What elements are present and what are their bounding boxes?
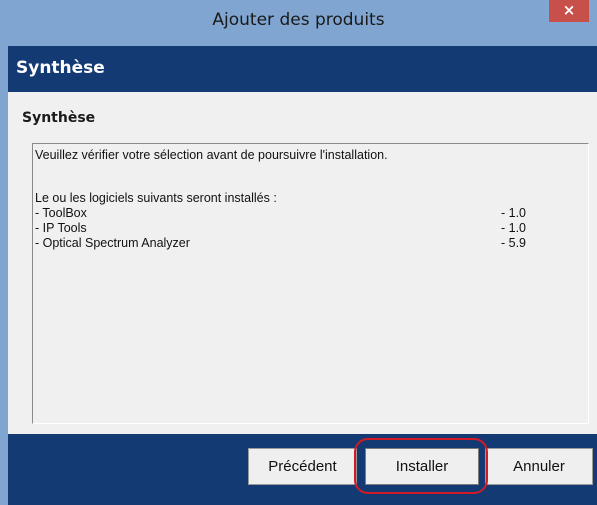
intro-text: Veuillez vérifier votre sélection avant … bbox=[35, 148, 388, 162]
product-row: - IP Tools - 1.0 bbox=[35, 221, 575, 236]
product-version: - 1.0 bbox=[501, 206, 527, 220]
product-version: - 1.0 bbox=[501, 221, 527, 235]
product-row: - Optical Spectrum Analyzer - 5.9 bbox=[35, 236, 575, 251]
dialog-window: Ajouter des produits × Synthèse Synthèse… bbox=[0, 0, 597, 505]
dialog-client-area: Synthèse Synthèse Veuillez vérifier votr… bbox=[8, 46, 597, 505]
install-button[interactable]: Installer bbox=[365, 448, 479, 485]
product-name: - Optical Spectrum Analyzer bbox=[35, 236, 190, 250]
product-name: - IP Tools bbox=[35, 221, 87, 235]
panel-title: Synthèse bbox=[22, 110, 96, 126]
summary-text-box[interactable]: Veuillez vérifier votre sélection avant … bbox=[32, 143, 589, 424]
close-icon: × bbox=[562, 1, 576, 19]
product-row: - ToolBox - 1.0 bbox=[35, 206, 575, 221]
page-title: Synthèse bbox=[16, 58, 105, 78]
product-name: - ToolBox bbox=[35, 206, 87, 220]
header-band: Synthèse bbox=[8, 46, 597, 92]
previous-button[interactable]: Précédent bbox=[248, 448, 357, 485]
close-button[interactable]: × bbox=[549, 0, 589, 22]
product-list-heading: Le ou les logiciels suivants seront inst… bbox=[35, 191, 277, 205]
summary-panel: Synthèse Veuillez vérifier votre sélecti… bbox=[16, 100, 589, 426]
window-title: Ajouter des produits bbox=[212, 10, 385, 30]
title-bar: Ajouter des produits × bbox=[0, 0, 597, 46]
cancel-button[interactable]: Annuler bbox=[485, 448, 593, 485]
product-version: - 5.9 bbox=[501, 236, 527, 250]
footer-band: Précédent Installer Annuler bbox=[8, 434, 597, 505]
